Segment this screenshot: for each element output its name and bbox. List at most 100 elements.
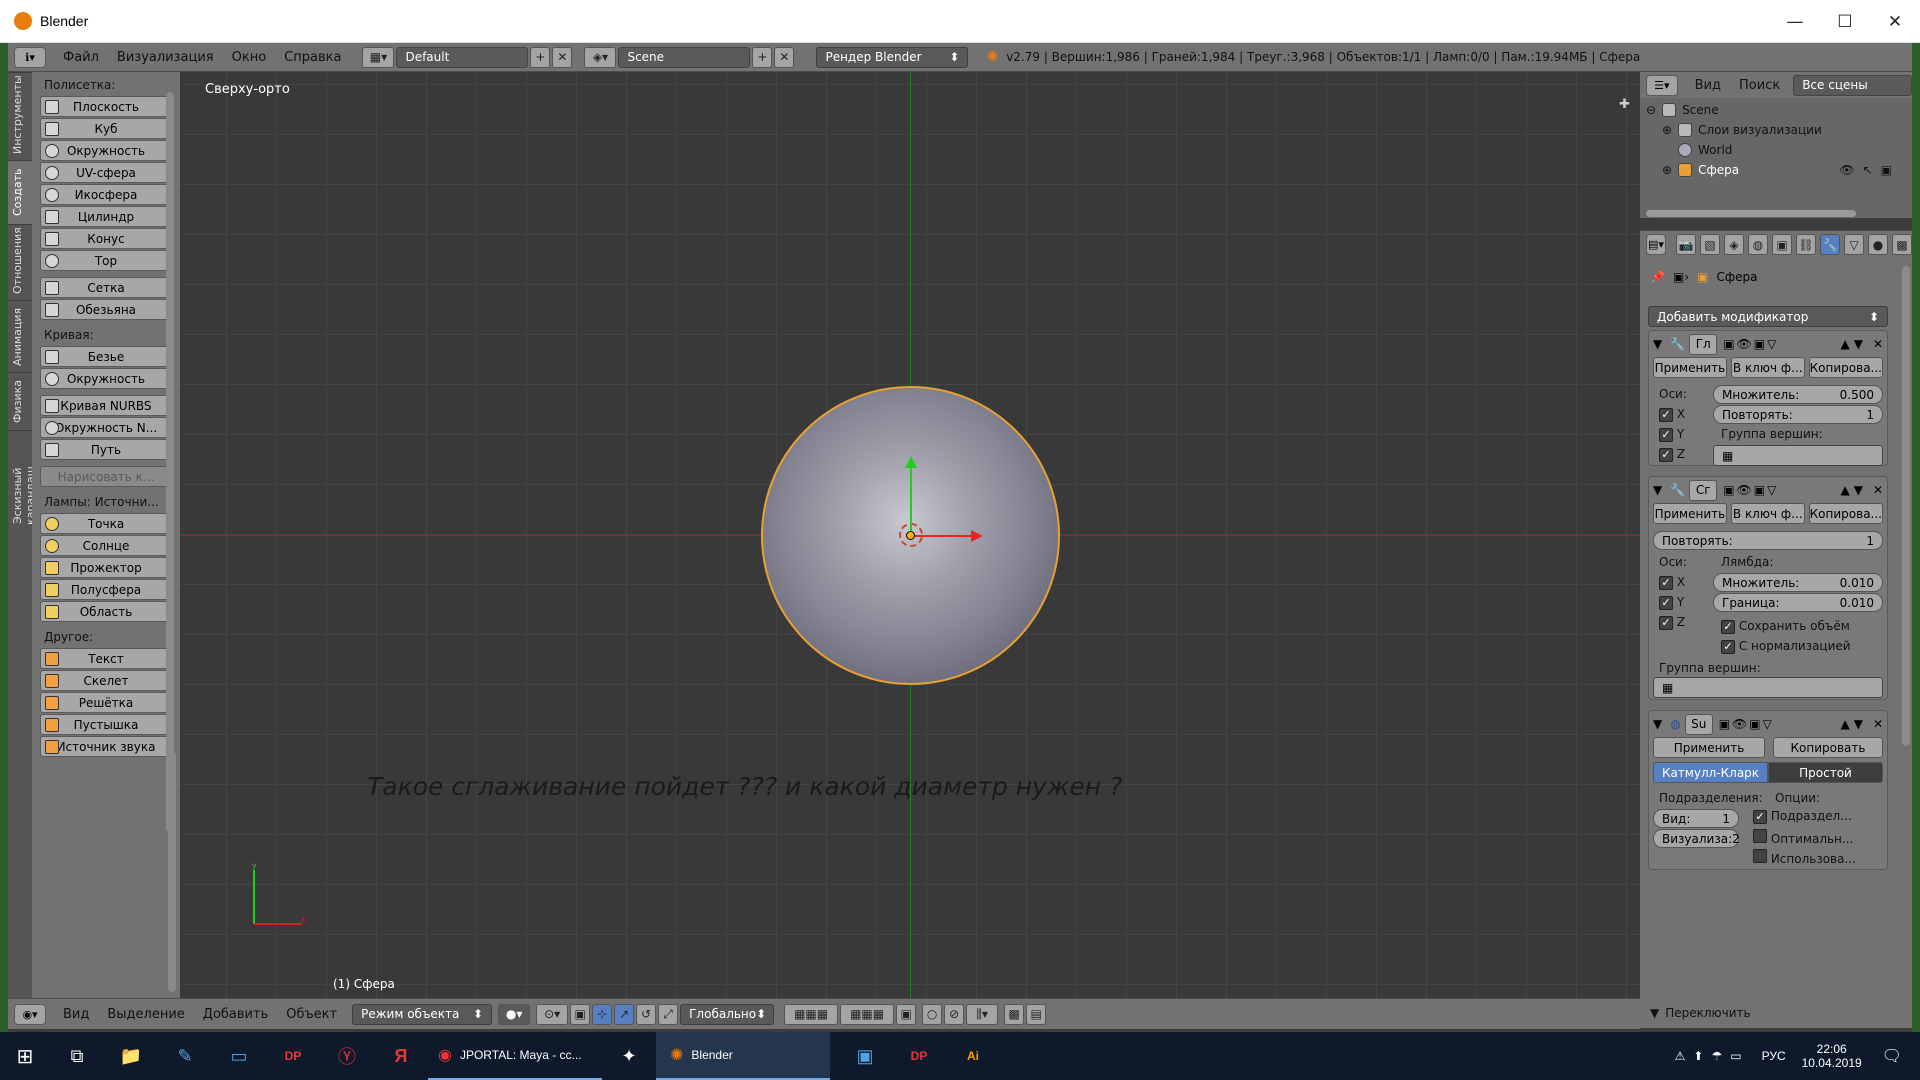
add-path-button[interactable]: Путь bbox=[40, 439, 172, 460]
modifier-1-copy-button[interactable]: Копирова... bbox=[1808, 357, 1883, 378]
mode-dropdown[interactable]: Режим объекта ⬍ bbox=[352, 1003, 493, 1025]
tab-relations[interactable]: Отношения bbox=[8, 224, 32, 300]
modifier-1-x-checkbox[interactable]: ✓ bbox=[1659, 407, 1673, 422]
texture-tab-icon[interactable]: ▩ bbox=[1892, 234, 1912, 255]
modifier-2-normalized-checkbox[interactable]: ✓ bbox=[1721, 639, 1735, 654]
add-point-lamp-button[interactable]: Точка bbox=[40, 513, 172, 534]
modifier-2-preserve-volume-checkbox[interactable]: ✓ bbox=[1721, 619, 1735, 634]
outliner-menu-view[interactable]: Вид bbox=[1686, 78, 1730, 93]
task-view-icon[interactable]: ⧉ bbox=[50, 1032, 104, 1080]
menu-file[interactable]: Файл bbox=[54, 50, 108, 65]
viewport-plus-icon[interactable]: ✚ bbox=[1619, 97, 1630, 112]
scene-field[interactable]: Scene bbox=[618, 46, 751, 68]
taskbar-chrome-window[interactable]: ◉ JPORTAL: Maya - сс... bbox=[428, 1032, 602, 1080]
toolshelf-lower-scrollbar[interactable] bbox=[168, 752, 176, 992]
expand-icon[interactable]: ⊖ bbox=[1646, 103, 1656, 117]
modifier-1-name-field[interactable]: Гл bbox=[1689, 333, 1718, 355]
scene-tab-icon[interactable]: ◈ bbox=[1724, 234, 1744, 255]
collapse-icon[interactable]: ▼ bbox=[1653, 717, 1662, 731]
viewport-shading-icon[interactable]: ●▾ bbox=[498, 1003, 531, 1025]
add-uv-sphere-button[interactable]: UV-сфера bbox=[40, 162, 172, 183]
close-button[interactable]: ✕ bbox=[1870, 0, 1920, 43]
modifier-3-copy-button[interactable]: Копировать bbox=[1773, 737, 1883, 758]
app-icon-2[interactable]: ▭ bbox=[212, 1032, 266, 1080]
tab-physics[interactable]: Физика bbox=[8, 372, 32, 430]
layer-lock-icon[interactable]: ▣ bbox=[896, 1003, 917, 1025]
toolshelf-scrollbar[interactable] bbox=[166, 92, 174, 832]
language-indicator[interactable]: РУС bbox=[1762, 1049, 1786, 1063]
menu-object[interactable]: Объект bbox=[277, 1007, 346, 1022]
modifier-3-optimal-display-checkbox[interactable] bbox=[1753, 829, 1767, 843]
screen-layout-icon[interactable]: ▦▾ bbox=[362, 46, 395, 68]
add-nurbs-curve-button[interactable]: Кривая NURBS bbox=[40, 395, 172, 416]
render-engine-dropdown[interactable]: Рендер Blender ⬍ bbox=[816, 46, 969, 68]
screen-layout-field[interactable]: Default bbox=[396, 46, 529, 68]
modifier-3-subdivide-uvs-checkbox[interactable]: ✓ bbox=[1753, 809, 1767, 824]
add-layout-button[interactable]: + bbox=[530, 46, 551, 68]
menu-window[interactable]: Окно bbox=[223, 50, 276, 65]
scale-manipulator-icon[interactable]: ⤢ bbox=[658, 1003, 679, 1025]
modifier-2-remove-icon[interactable]: ✕ bbox=[1873, 483, 1883, 497]
modifier-3-display-icons[interactable]: ▣👁▣▽ bbox=[1719, 717, 1774, 731]
outliner-hscrollbar[interactable] bbox=[1646, 210, 1856, 217]
start-button[interactable]: ⊞ bbox=[0, 1032, 50, 1080]
modifier-2-move-icons[interactable]: ▲▼ bbox=[1840, 483, 1866, 497]
tab-simple[interactable]: Простой bbox=[1768, 762, 1883, 783]
tab-catmull-clark[interactable]: Катмулл-Кларк bbox=[1653, 762, 1768, 783]
app-icon-1[interactable]: ✎ bbox=[158, 1032, 212, 1080]
add-torus-button[interactable]: Тор bbox=[40, 250, 172, 271]
opengl-render-icon[interactable]: ▩ bbox=[1004, 1003, 1025, 1025]
collapse-icon[interactable]: ▼ bbox=[1650, 1006, 1659, 1020]
modifiers-tab-icon[interactable]: 🔧 bbox=[1820, 234, 1840, 255]
modifier-1-y-checkbox[interactable]: ✓ bbox=[1659, 427, 1673, 442]
3d-viewport[interactable]: Сверху-орто ✚ Такое сглаживание пойдет ?… bbox=[168, 72, 1640, 998]
tab-create[interactable]: Создать bbox=[8, 160, 32, 224]
modifier-3-remove-icon[interactable]: ✕ bbox=[1873, 717, 1883, 731]
tab-tools[interactable]: Инструменты bbox=[8, 72, 32, 160]
collapse-icon[interactable]: ▼ bbox=[1653, 483, 1662, 497]
yandex-browser-icon[interactable]: Ⓨ bbox=[320, 1032, 374, 1080]
manipulator-toggle-icon[interactable]: ⊹ bbox=[592, 1003, 613, 1025]
collapse-icon[interactable]: ▼ bbox=[1653, 337, 1662, 351]
render-tab-icon[interactable]: 📷 bbox=[1676, 234, 1696, 255]
layers-group-1[interactable]: ▦▦▦ bbox=[784, 1003, 839, 1025]
add-sun-lamp-button[interactable]: Солнце bbox=[40, 535, 172, 556]
modifier-2-name-field[interactable]: Сг bbox=[1689, 479, 1718, 501]
tab-grease-pencil[interactable]: Эскизный карандаш bbox=[8, 430, 37, 560]
manipulator-x-axis[interactable] bbox=[911, 535, 973, 537]
notifications-icon[interactable]: 🗨 bbox=[1882, 1046, 1902, 1066]
yandex-icon[interactable]: Я bbox=[374, 1032, 428, 1080]
add-lattice-button[interactable]: Решётка bbox=[40, 692, 172, 713]
dp-app-icon[interactable]: DP bbox=[266, 1032, 320, 1080]
modifier-2-x-checkbox[interactable]: ✓ bbox=[1659, 575, 1673, 590]
snap-element-icon[interactable]: ⫼▾ bbox=[966, 1003, 999, 1025]
remove-scene-button[interactable]: ✕ bbox=[774, 46, 795, 68]
add-cube-button[interactable]: Куб bbox=[40, 118, 172, 139]
add-icosphere-button[interactable]: Икосфера bbox=[40, 184, 172, 205]
remove-layout-button[interactable]: ✕ bbox=[552, 46, 573, 68]
modifier-1-factor-field[interactable]: Множитель: 0.500 bbox=[1713, 385, 1883, 404]
dp-app-icon-2[interactable]: DP bbox=[892, 1032, 946, 1080]
constraints-tab-icon[interactable]: ⛓ bbox=[1796, 234, 1816, 255]
expand-icon[interactable]: ⊕ bbox=[1662, 123, 1672, 137]
modifier-3-view-levels-field[interactable]: Вид: 1 bbox=[1653, 809, 1739, 828]
modifier-1-to-shape-button[interactable]: В ключ ф... bbox=[1730, 357, 1805, 378]
tab-animation[interactable]: Анимация bbox=[8, 300, 32, 372]
snap-icon[interactable]: ⊘ bbox=[944, 1003, 965, 1025]
menu-add[interactable]: Добавить bbox=[194, 1007, 277, 1022]
manipulator-x-arrow-icon[interactable] bbox=[971, 530, 983, 542]
outliner-filter-dropdown[interactable]: Все сцены bbox=[1793, 74, 1912, 96]
add-armature-button[interactable]: Скелет bbox=[40, 670, 172, 691]
scene-icon[interactable]: ◈▾ bbox=[584, 46, 617, 68]
modifier-1-move-icons[interactable]: ▲▼ bbox=[1840, 337, 1866, 351]
add-bezier-button[interactable]: Безье bbox=[40, 346, 172, 367]
pivot-point-icon[interactable]: ⊙▾ bbox=[536, 1003, 569, 1025]
outliner-row-world[interactable]: World bbox=[1678, 140, 1732, 160]
add-modifier-dropdown[interactable]: Добавить модификатор ⬍ bbox=[1648, 306, 1888, 327]
layers-group-2[interactable]: ▦▦▦ bbox=[840, 1003, 895, 1025]
manipulator-y-axis[interactable] bbox=[910, 465, 912, 535]
info-editor-icon[interactable]: ℹ▾ bbox=[14, 46, 46, 68]
rotate-manipulator-icon[interactable]: ↺ bbox=[636, 1003, 657, 1025]
outliner-row-sphere[interactable]: ⊕ Сфера 👁↖▣ bbox=[1662, 160, 1906, 180]
modifier-1-display-icons[interactable]: ▣👁▣▽ bbox=[1723, 337, 1778, 351]
